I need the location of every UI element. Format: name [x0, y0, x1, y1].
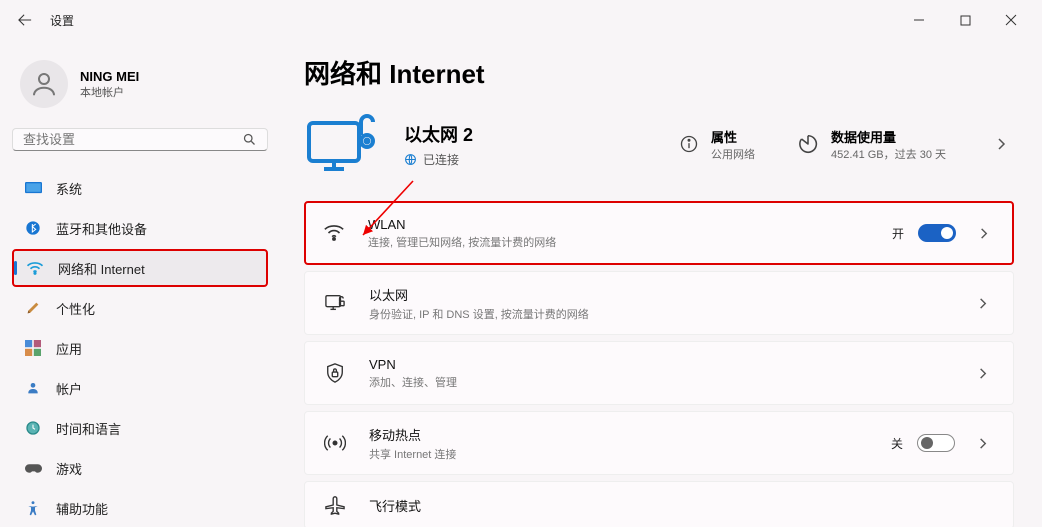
nav-label: 应用	[56, 339, 82, 358]
sidebar: NING MEI 本地帐户 系统 蓝牙和其他设备 网络和 Internet	[0, 40, 280, 527]
info-icon	[679, 134, 699, 154]
card-title: WLAN	[368, 217, 892, 232]
search-box[interactable]	[12, 128, 268, 151]
hotspot-toggle[interactable]	[917, 434, 955, 452]
search-input[interactable]	[23, 132, 242, 147]
network-monitor-icon	[304, 109, 386, 179]
nav-network[interactable]: 网络和 Internet	[12, 249, 268, 287]
chevron-right-icon	[979, 227, 988, 240]
card-title: 飞行模式	[369, 496, 995, 515]
card-title: VPN	[369, 357, 969, 372]
wifi-icon	[26, 259, 44, 277]
bluetooth-icon	[24, 219, 42, 237]
nav-bluetooth[interactable]: 蓝牙和其他设备	[12, 209, 268, 247]
data-usage-icon	[797, 133, 819, 155]
nav-system[interactable]: 系统	[12, 169, 268, 207]
nav-label: 时间和语言	[56, 419, 121, 438]
search-icon	[242, 132, 257, 147]
nav-label: 系统	[56, 179, 82, 198]
profile-block[interactable]: NING MEI 本地帐户	[12, 50, 268, 128]
profile-type: 本地帐户	[80, 84, 139, 100]
page-title: 网络和 Internet	[304, 54, 1014, 91]
wlan-state-label: 开	[892, 225, 904, 242]
properties-sub: 公用网络	[711, 146, 755, 162]
accessibility-icon	[24, 499, 42, 517]
wlan-toggle[interactable]	[918, 224, 956, 242]
airplane-card[interactable]: 飞行模式	[304, 481, 1014, 527]
wlan-card[interactable]: WLAN 连接, 管理已知网络, 按流量计费的网络 开	[304, 201, 1014, 265]
clock-icon	[24, 419, 42, 437]
properties-heading: 属性	[711, 127, 755, 146]
card-sub: 身份验证, IP 和 DNS 设置, 按流量计费的网络	[369, 306, 969, 322]
chevron-right-icon	[978, 367, 987, 380]
back-button[interactable]	[8, 3, 42, 37]
hotspot-state-label: 关	[891, 435, 903, 452]
connection-state: 已连接	[423, 151, 459, 168]
minimize-button[interactable]	[896, 4, 942, 36]
hotspot-card[interactable]: 移动热点 共享 Internet 连接 关	[304, 411, 1014, 475]
nav-label: 游戏	[56, 459, 82, 478]
connection-status: 以太网 2 已连接 属性 公用网络 数据使用量	[304, 109, 1014, 179]
chevron-right-icon	[996, 137, 1006, 151]
hotspot-icon	[323, 431, 347, 455]
main: 网络和 Internet 以太网 2 已连接	[280, 40, 1042, 527]
titlebar: 设置	[0, 0, 1042, 40]
nav-label: 辅助功能	[56, 499, 108, 518]
nav-label: 蓝牙和其他设备	[56, 219, 147, 238]
nav-games[interactable]: 游戏	[12, 449, 268, 487]
vpn-card[interactable]: VPN 添加、连接、管理	[304, 341, 1014, 405]
card-title: 以太网	[369, 285, 969, 304]
nav-label: 个性化	[56, 299, 95, 318]
nav-personalize[interactable]: 个性化	[12, 289, 268, 327]
avatar	[20, 60, 68, 108]
nav: 系统 蓝牙和其他设备 网络和 Internet 个性化 应用 帐户	[12, 169, 268, 527]
hotspot-chevron[interactable]	[969, 437, 995, 450]
card-title: 移动热点	[369, 425, 891, 444]
brush-icon	[24, 299, 42, 317]
accounts-icon	[24, 379, 42, 397]
arrow-left-icon	[18, 13, 32, 27]
window-controls	[896, 4, 1034, 36]
minimize-icon	[913, 14, 925, 26]
nav-accessibility[interactable]: 辅助功能	[12, 489, 268, 527]
nav-label: 网络和 Internet	[58, 259, 145, 278]
nav-accounts[interactable]: 帐户	[12, 369, 268, 407]
data-usage-block[interactable]: 数据使用量 452.41 GB，过去 30 天	[797, 127, 946, 162]
properties-block[interactable]: 属性 公用网络	[679, 127, 755, 162]
connection-name: 以太网 2	[404, 121, 473, 147]
data-usage-sub: 452.41 GB，过去 30 天	[831, 146, 946, 162]
profile-name: NING MEI	[80, 69, 139, 84]
ethernet-icon	[323, 291, 347, 315]
wlan-icon	[322, 221, 346, 245]
apps-icon	[24, 339, 42, 357]
ethernet-chevron[interactable]	[969, 297, 995, 310]
airplane-icon	[323, 493, 347, 517]
close-icon	[1005, 14, 1017, 26]
globe-icon	[404, 153, 417, 166]
games-icon	[24, 459, 42, 477]
system-icon	[24, 179, 42, 197]
close-button[interactable]	[988, 4, 1034, 36]
card-sub: 共享 Internet 连接	[369, 446, 891, 462]
maximize-button[interactable]	[942, 4, 988, 36]
status-expand[interactable]	[988, 137, 1014, 151]
wlan-chevron[interactable]	[970, 227, 996, 240]
window-title: 设置	[50, 12, 74, 29]
chevron-right-icon	[978, 297, 987, 310]
nav-time[interactable]: 时间和语言	[12, 409, 268, 447]
data-usage-heading: 数据使用量	[831, 127, 946, 146]
vpn-shield-icon	[323, 361, 347, 385]
maximize-icon	[960, 15, 971, 26]
card-sub: 连接, 管理已知网络, 按流量计费的网络	[368, 234, 892, 250]
vpn-chevron[interactable]	[969, 367, 995, 380]
card-sub: 添加、连接、管理	[369, 374, 969, 390]
nav-apps[interactable]: 应用	[12, 329, 268, 367]
ethernet-card[interactable]: 以太网 身份验证, IP 和 DNS 设置, 按流量计费的网络	[304, 271, 1014, 335]
nav-label: 帐户	[56, 379, 82, 398]
chevron-right-icon	[978, 437, 987, 450]
person-icon	[29, 69, 59, 99]
